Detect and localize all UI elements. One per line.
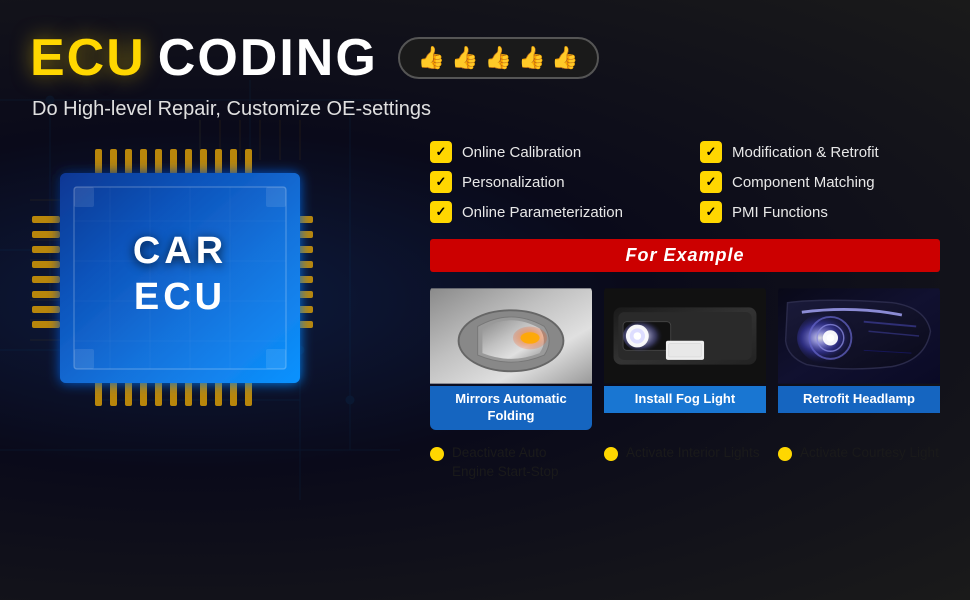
feature-item-2: ✓ Modification & Retrofit bbox=[700, 141, 940, 163]
main-layout: CAR ECU ✓ Online Calibration bbox=[30, 141, 940, 482]
check-icon-3: ✓ bbox=[430, 171, 452, 193]
dot-icon-3 bbox=[778, 447, 792, 461]
feature-item-1: ✓ Online Calibration bbox=[430, 141, 670, 163]
svg-text:ECU: ECU bbox=[134, 276, 226, 318]
card-label-fog: Install Fog Light bbox=[604, 386, 766, 413]
card-fog: Install Fog Light bbox=[604, 286, 766, 430]
chip-visual: CAR ECU bbox=[30, 131, 370, 441]
chip-container: CAR ECU bbox=[30, 131, 350, 421]
check-icon-1: ✓ bbox=[430, 141, 452, 163]
card-headlamp: Retrofit Headlamp bbox=[778, 286, 940, 430]
thumbs-badge: 👍 👍 👍 👍 👍 bbox=[398, 37, 599, 79]
for-example-text: For Example bbox=[625, 245, 744, 265]
left-panel: CAR ECU bbox=[30, 141, 420, 482]
check-icon-4: ✓ bbox=[700, 171, 722, 193]
dot-icon-1 bbox=[430, 447, 444, 461]
title-ecu: ECU bbox=[30, 28, 146, 88]
thumb-icon-1: 👍 bbox=[418, 45, 445, 71]
example-cards: Mirrors Automatic Folding bbox=[430, 286, 940, 430]
feature-label-2: Modification & Retrofit bbox=[732, 144, 879, 161]
card-label-headlamp: Retrofit Headlamp bbox=[778, 386, 940, 413]
dot-icon-2 bbox=[604, 447, 618, 461]
feature-item-5: ✓ Online Parameterization bbox=[430, 201, 670, 223]
title-section: ECU CODING bbox=[30, 28, 378, 88]
subtitle: Do High-level Repair, Customize OE-setti… bbox=[32, 98, 940, 121]
card-label-mirror: Mirrors Automatic Folding bbox=[430, 386, 592, 430]
header: ECU CODING 👍 👍 👍 👍 👍 bbox=[30, 28, 940, 88]
right-panel: ✓ Online Calibration ✓ Modification & Re… bbox=[420, 141, 940, 482]
features-grid: ✓ Online Calibration ✓ Modification & Re… bbox=[430, 141, 940, 223]
feature-label-4: Component Matching bbox=[732, 174, 875, 191]
headlamp-image bbox=[778, 286, 940, 386]
thumb-icon-3: 👍 bbox=[485, 45, 512, 71]
feature-label-6: PMI Functions bbox=[732, 204, 828, 221]
feature-label-3: Personalization bbox=[462, 174, 565, 191]
check-icon-6: ✓ bbox=[700, 201, 722, 223]
card-mirror: Mirrors Automatic Folding bbox=[430, 286, 592, 430]
bottom-text-2: Activate Interior Lights bbox=[626, 444, 760, 463]
feature-label-5: Online Parameterization bbox=[462, 204, 623, 221]
bottom-text-1: Deactivate Auto Engine Start-Stop bbox=[452, 444, 592, 482]
bottom-item-2: Activate Interior Lights bbox=[604, 444, 766, 482]
title-coding: CODING bbox=[158, 28, 378, 88]
check-icon-5: ✓ bbox=[430, 201, 452, 223]
connector-svg: CAR ECU bbox=[30, 131, 350, 421]
feature-item-4: ✓ Component Matching bbox=[700, 171, 940, 193]
svg-text:CAR: CAR bbox=[133, 230, 227, 272]
fog-image bbox=[604, 286, 766, 386]
check-icon-2: ✓ bbox=[700, 141, 722, 163]
mirror-image bbox=[430, 286, 592, 386]
feature-item-6: ✓ PMI Functions bbox=[700, 201, 940, 223]
page-content: ECU CODING 👍 👍 👍 👍 👍 Do High-level Repai… bbox=[0, 0, 970, 502]
feature-label-1: Online Calibration bbox=[462, 144, 581, 161]
feature-item-3: ✓ Personalization bbox=[430, 171, 670, 193]
bottom-item-1: Deactivate Auto Engine Start-Stop bbox=[430, 444, 592, 482]
thumb-icon-5: 👍 bbox=[551, 45, 578, 71]
bottom-item-3: Activate Courtesy Light bbox=[778, 444, 940, 482]
bottom-text-3: Activate Courtesy Light bbox=[800, 444, 939, 463]
thumb-icon-4: 👍 bbox=[518, 45, 545, 71]
for-example-banner: For Example bbox=[430, 239, 940, 272]
bottom-items: Deactivate Auto Engine Start-Stop Activa… bbox=[430, 444, 940, 482]
thumb-icon-2: 👍 bbox=[451, 45, 478, 71]
